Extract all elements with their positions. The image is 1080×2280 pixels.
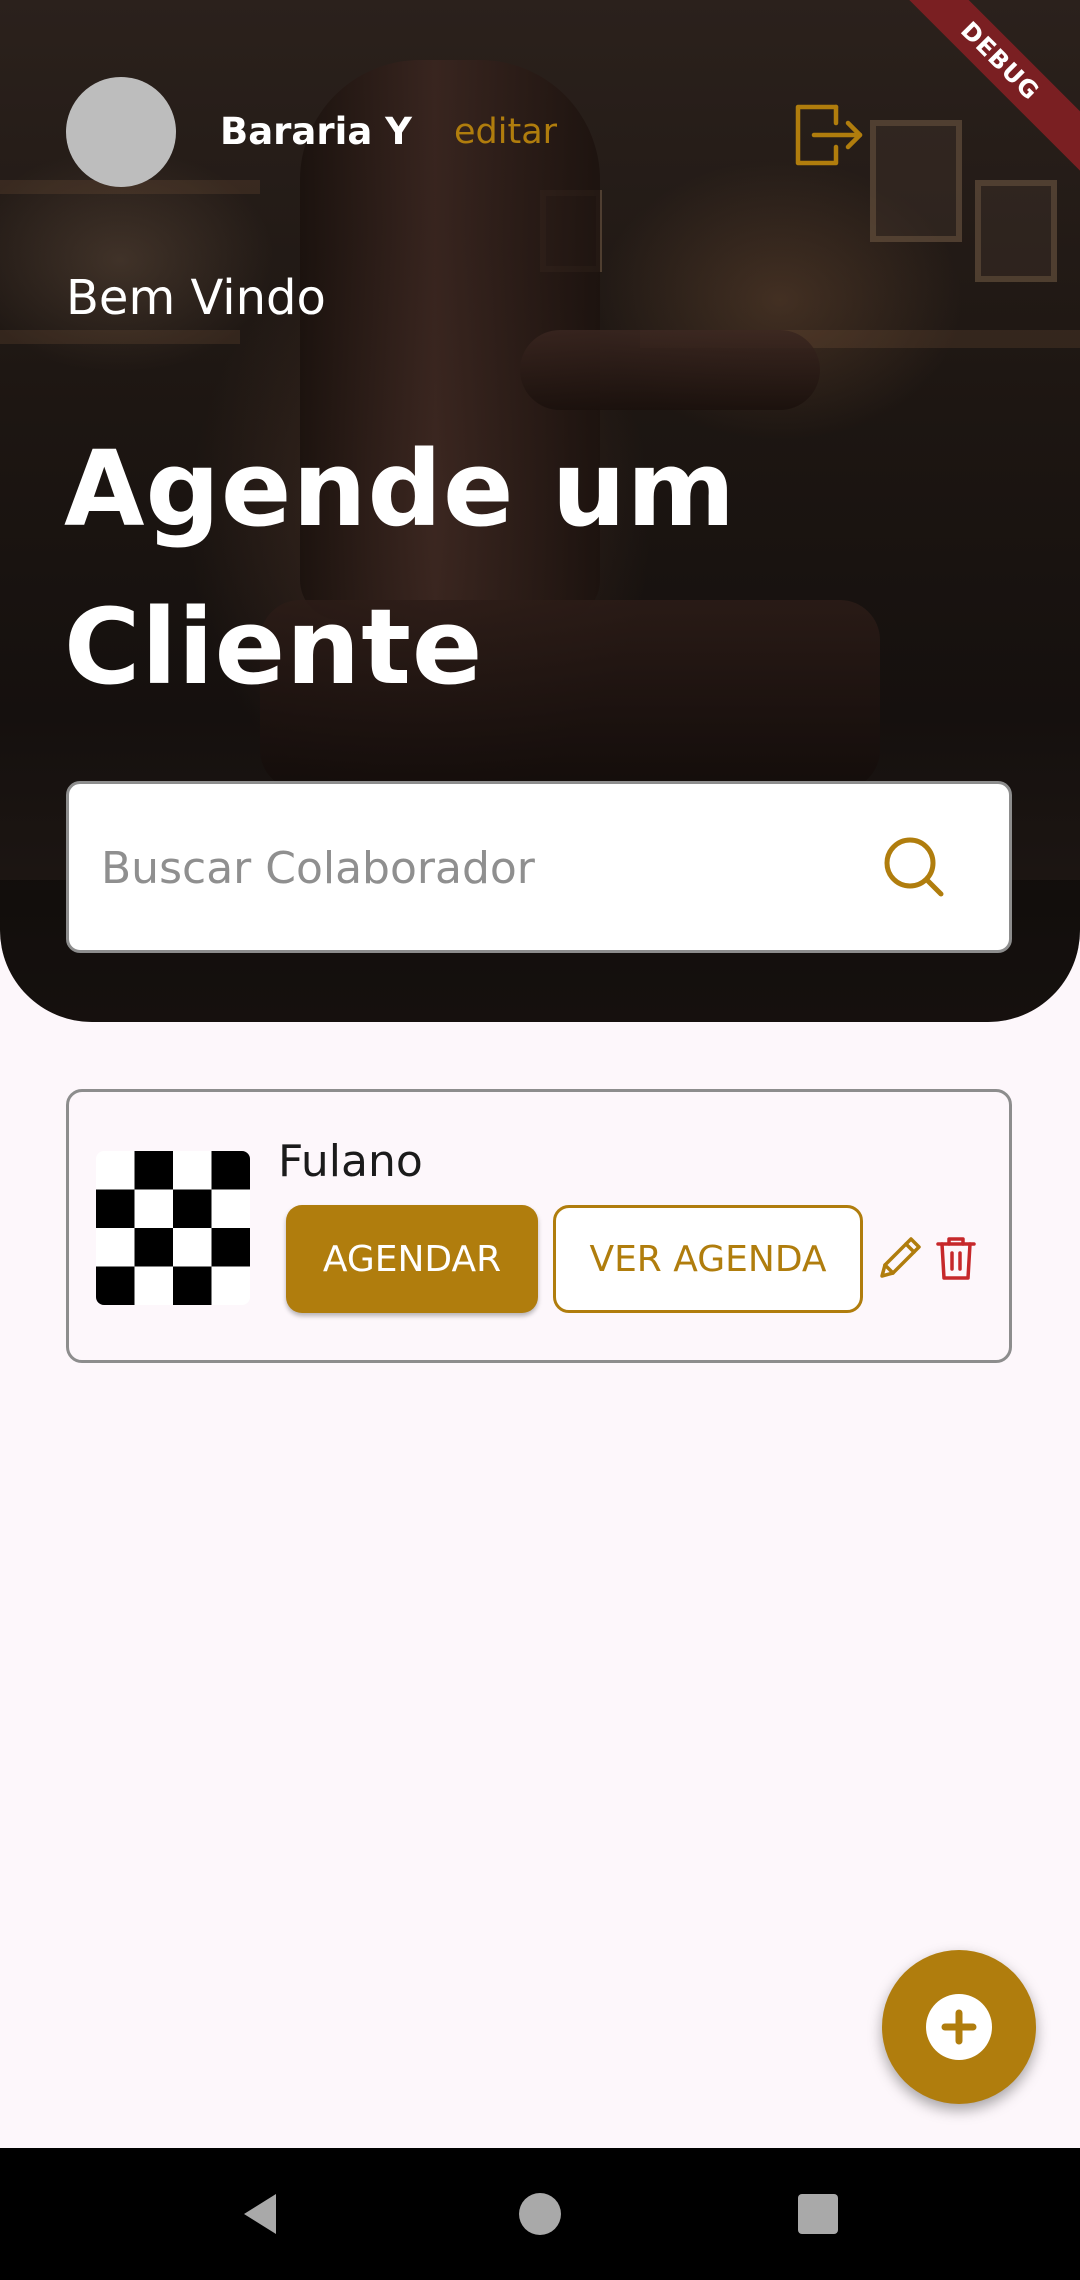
search-input[interactable] <box>99 784 883 952</box>
edit-profile-link[interactable]: editar <box>454 108 557 156</box>
view-schedule-button[interactable]: VER AGENDA <box>553 1205 863 1313</box>
home-icon[interactable] <box>519 2193 561 2235</box>
search-bar[interactable] <box>66 781 1012 953</box>
recents-icon[interactable] <box>798 2194 838 2234</box>
collaborator-card: Fulano AGENDAR VER AGENDA <box>66 1089 1012 1363</box>
search-icon[interactable] <box>881 834 947 900</box>
collaborator-name: Fulano <box>278 1136 423 1187</box>
system-navigation-bar <box>0 2148 1080 2280</box>
background-frame <box>975 180 1057 282</box>
page-title: Agende um Cliente <box>64 428 737 708</box>
barber-chair-arm <box>520 330 820 410</box>
business-name: Bararia Y <box>220 110 412 153</box>
back-icon[interactable] <box>236 2190 284 2238</box>
schedule-button[interactable]: AGENDAR <box>286 1205 538 1313</box>
avatar[interactable] <box>66 77 176 187</box>
logout-icon[interactable] <box>788 95 868 175</box>
trash-icon[interactable] <box>935 1235 977 1281</box>
add-collaborator-button[interactable] <box>882 1950 1036 2104</box>
background-frame <box>870 120 962 242</box>
add-circle-icon <box>923 1991 995 2063</box>
pencil-icon[interactable] <box>876 1232 926 1282</box>
background-shelf <box>0 330 240 344</box>
welcome-text: Bem Vindo <box>66 270 326 326</box>
collaborator-photo <box>96 1151 250 1305</box>
